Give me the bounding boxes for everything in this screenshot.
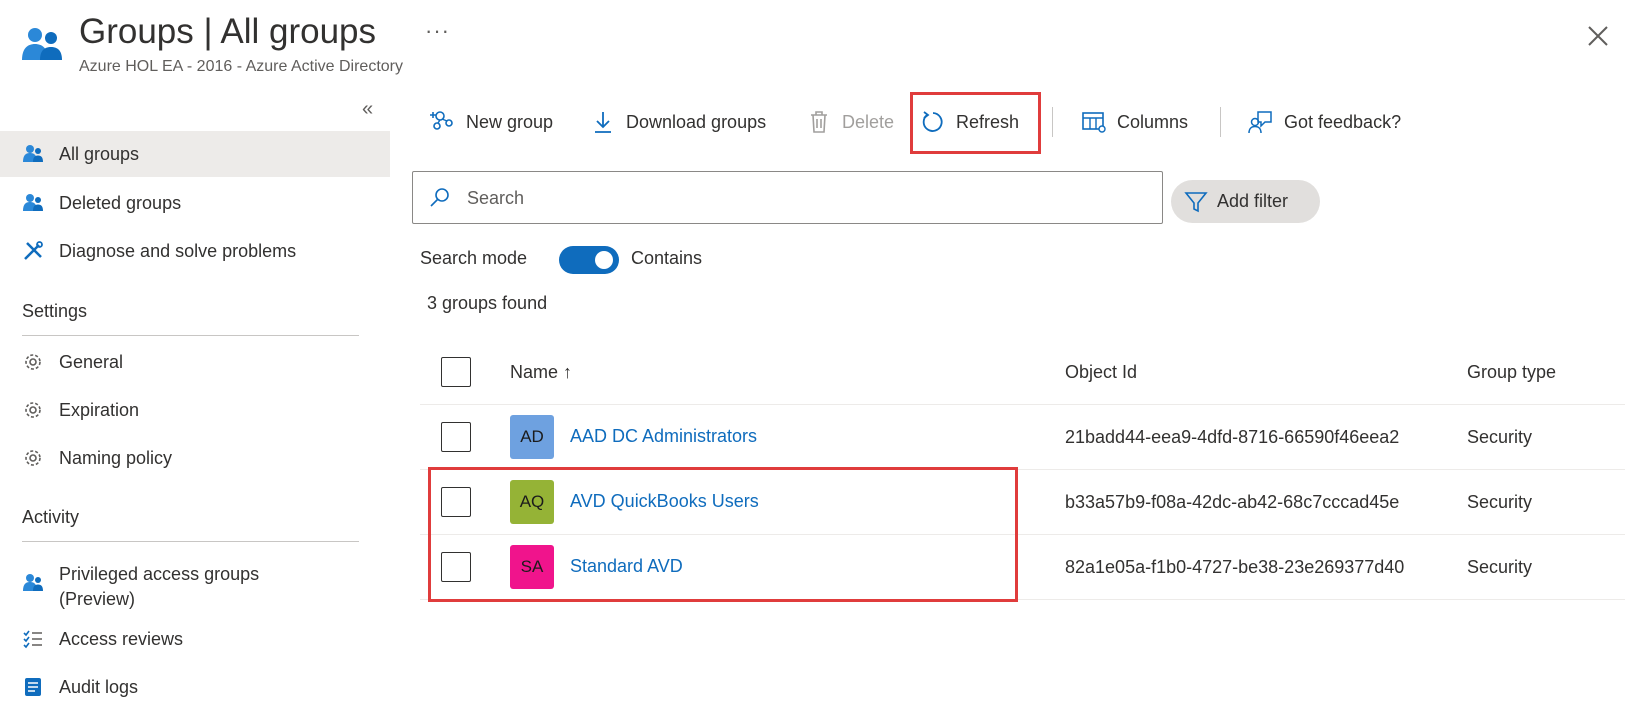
sidebar-item-label: Audit logs — [59, 676, 139, 697]
collapse-sidebar-button[interactable]: « — [362, 98, 373, 121]
toolbar-divider — [1052, 107, 1053, 137]
search-mode-label: Search mode — [420, 248, 528, 268]
search-mode-value: Contains — [631, 248, 703, 268]
columns-button[interactable]: Columns — [1081, 102, 1188, 142]
table-header: Name ↑ Object Id Group type — [420, 340, 1625, 405]
download-groups-button[interactable]: Download groups — [590, 102, 766, 142]
group-name-link[interactable]: AAD DC Administrators — [570, 426, 757, 447]
log-icon — [22, 676, 44, 698]
rows-highlight-box — [428, 467, 1018, 602]
groups-icon — [20, 26, 64, 62]
delete-label: Delete — [842, 111, 895, 132]
sidebar-item-access-reviews[interactable]: Access reviews — [0, 616, 390, 662]
delete-button[interactable]: Delete — [806, 102, 894, 142]
search-mode-toggle[interactable] — [559, 246, 619, 274]
close-icon[interactable] — [1584, 22, 1612, 50]
page-title: Groups | All groups — [79, 12, 377, 51]
sidebar-item-general[interactable]: General — [0, 339, 390, 385]
add-filter-label: Add filter — [1217, 191, 1289, 211]
sidebar-item-label: Privileged access groups — [59, 564, 260, 584]
toolbar-divider — [1220, 107, 1221, 137]
object-id-cell: b33a57b9-f08a-42dc-ab42-68c7cccad45e — [1065, 492, 1400, 512]
group-type-cell: Security — [1467, 557, 1533, 577]
column-header-group-type[interactable]: Group type — [1467, 362, 1556, 383]
sidebar-item-expiration[interactable]: Expiration — [0, 387, 390, 433]
add-group-icon — [430, 109, 456, 135]
gear-icon — [22, 399, 44, 421]
gear-icon — [22, 351, 44, 373]
result-count: 3 groups found — [427, 293, 548, 313]
search-icon — [428, 186, 452, 210]
sidebar-item-diagnose[interactable]: Diagnose and solve problems — [0, 228, 390, 274]
section-divider — [22, 335, 359, 336]
download-groups-label: Download groups — [626, 111, 767, 132]
refresh-highlight-box — [910, 92, 1041, 154]
sidebar-item-label: General — [59, 351, 124, 372]
columns-icon — [1081, 109, 1107, 135]
sidebar-item-label: Diagnose and solve problems — [59, 240, 297, 261]
trash-icon — [806, 109, 832, 135]
new-group-label: New group — [466, 111, 554, 132]
row-checkbox[interactable] — [441, 422, 471, 452]
page-subtitle: Azure HOL EA - 2016 - Azure Active Direc… — [79, 58, 403, 75]
sidebar-item-naming-policy[interactable]: Naming policy — [0, 435, 390, 481]
group-type-cell: Security — [1467, 492, 1533, 512]
select-all-checkbox[interactable] — [441, 357, 471, 387]
group-type-cell: Security — [1467, 427, 1533, 447]
column-header-name[interactable]: Name ↑ — [510, 362, 572, 383]
sidebar-item-audit-logs[interactable]: Audit logs — [0, 664, 390, 710]
sidebar-item-all-groups[interactable]: All groups — [0, 131, 390, 177]
wrench-cross-icon — [22, 240, 44, 262]
group-icon — [22, 572, 44, 594]
more-options-button[interactable]: ··· — [425, 18, 450, 44]
search-input[interactable] — [465, 182, 1149, 214]
add-filter-button[interactable]: Add filter — [1171, 180, 1320, 223]
filter-icon — [1184, 190, 1208, 214]
feedback-button[interactable]: Got feedback? — [1248, 102, 1401, 142]
sidebar-item-label: Access reviews — [59, 628, 184, 649]
toggle-knob — [595, 251, 613, 269]
search-box[interactable] — [412, 171, 1163, 224]
sidebar-item-deleted-groups[interactable]: Deleted groups — [0, 180, 390, 226]
sidebar-item-label: Deleted groups — [59, 192, 182, 213]
sidebar-item-privileged-access-groups[interactable]: Privileged access groups (Preview) — [0, 552, 390, 610]
column-header-object-id[interactable]: Object Id — [1065, 362, 1137, 383]
object-id-cell: 82a1e05a-f1b0-4727-be38-23e269377d40 — [1065, 557, 1405, 577]
settings-section-header: Settings — [22, 301, 88, 321]
sidebar-item-label-secondary: (Preview) — [59, 589, 136, 609]
columns-label: Columns — [1117, 111, 1189, 132]
group-icon — [22, 143, 44, 165]
download-icon — [590, 109, 616, 135]
sidebar-item-label: All groups — [59, 143, 140, 164]
group-icon — [22, 192, 44, 214]
table-row[interactable]: AD AAD DC Administrators 21badd44-eea9-4… — [420, 405, 1625, 470]
object-id-cell: 21badd44-eea9-4dfd-8716-66590f46eea2 — [1065, 427, 1400, 447]
gear-icon — [22, 447, 44, 469]
feedback-label: Got feedback? — [1284, 111, 1402, 132]
sidebar-item-label: Naming policy — [59, 447, 173, 468]
group-avatar: AD — [510, 415, 554, 459]
checklist-icon — [22, 628, 44, 650]
feedback-icon — [1248, 109, 1274, 135]
new-group-button[interactable]: New group — [430, 102, 553, 142]
activity-section-header: Activity — [22, 507, 80, 527]
section-divider — [22, 541, 359, 542]
sidebar-item-label: Expiration — [59, 399, 140, 420]
